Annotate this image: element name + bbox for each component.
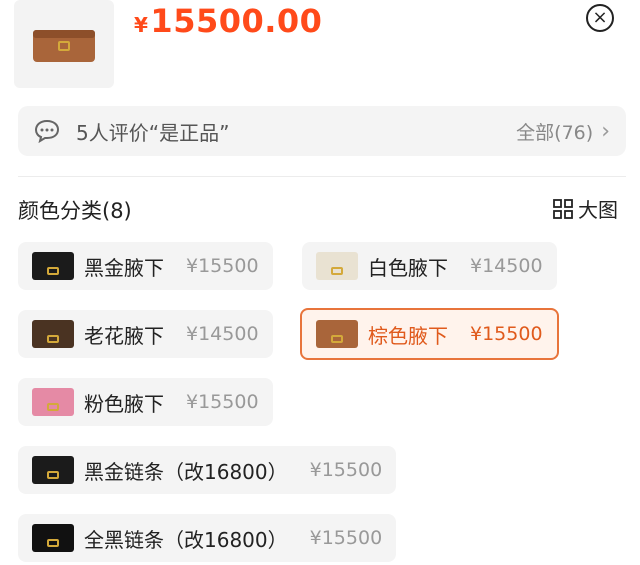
variant-swatch — [32, 252, 74, 280]
variant-price: ¥14500 — [470, 255, 543, 277]
variant-label: 黑金链条（改16800） — [84, 459, 288, 484]
variant-swatch — [316, 252, 358, 280]
close-icon: × — [592, 7, 608, 28]
variant-price: ¥15500 — [186, 391, 259, 413]
variant-price: ¥15500 — [309, 527, 383, 549]
variant-label: 黑金腋下 — [84, 255, 164, 280]
close-button[interactable]: × — [586, 4, 614, 32]
variant-option[interactable]: 粉色腋下 ¥15500 — [18, 378, 273, 426]
variant-label: 全黑链条（改16800） — [84, 527, 288, 552]
variant-option[interactable]: 老花腋下 ¥14500 — [18, 310, 273, 358]
variant-option[interactable]: 全黑链条（改16800） ¥15500 — [18, 514, 397, 562]
review-summary-bar[interactable]: 5人评价“是正品” 全部(76) › — [18, 106, 626, 156]
variant-swatch — [316, 320, 358, 348]
variant-label: 白色腋下 — [368, 255, 448, 280]
variant-option[interactable]: 黑金链条（改16800） ¥15500 — [18, 446, 397, 494]
variant-swatch — [32, 388, 74, 416]
variant-option-selected[interactable]: 棕色腋下 ¥15500 — [300, 308, 559, 360]
variant-price: ¥15500 — [470, 323, 543, 345]
variant-price: ¥15500 — [186, 255, 259, 277]
variant-swatch — [32, 320, 74, 348]
all-reviews-link[interactable]: 全部(76) — [516, 118, 593, 145]
chevron-right-icon: › — [601, 118, 610, 144]
variant-swatch — [32, 524, 74, 552]
color-category-title: 颜色分类(8) — [18, 199, 132, 223]
big-picture-toggle[interactable]: 大图 — [552, 194, 618, 223]
divider — [18, 176, 626, 177]
variant-price: ¥15500 — [309, 459, 383, 481]
variant-label: 老花腋下 — [84, 323, 164, 348]
review-text: 5人评价“是正品” — [76, 120, 230, 145]
variant-label: 棕色腋下 — [368, 323, 448, 348]
product-price: ¥15500.00 — [134, 2, 323, 40]
grid-icon — [553, 198, 573, 219]
variant-option[interactable]: 白色腋下 ¥14500 — [302, 242, 557, 290]
bag-image — [33, 30, 95, 62]
chat-bubble-icon — [34, 119, 60, 144]
variant-swatch — [32, 456, 74, 484]
variant-price: ¥14500 — [186, 323, 259, 345]
big-picture-label: 大图 — [578, 198, 618, 222]
variant-label: 粉色腋下 — [84, 391, 164, 416]
variant-option[interactable]: 黑金腋下 ¥15500 — [18, 242, 273, 290]
product-thumbnail[interactable] — [14, 0, 114, 88]
